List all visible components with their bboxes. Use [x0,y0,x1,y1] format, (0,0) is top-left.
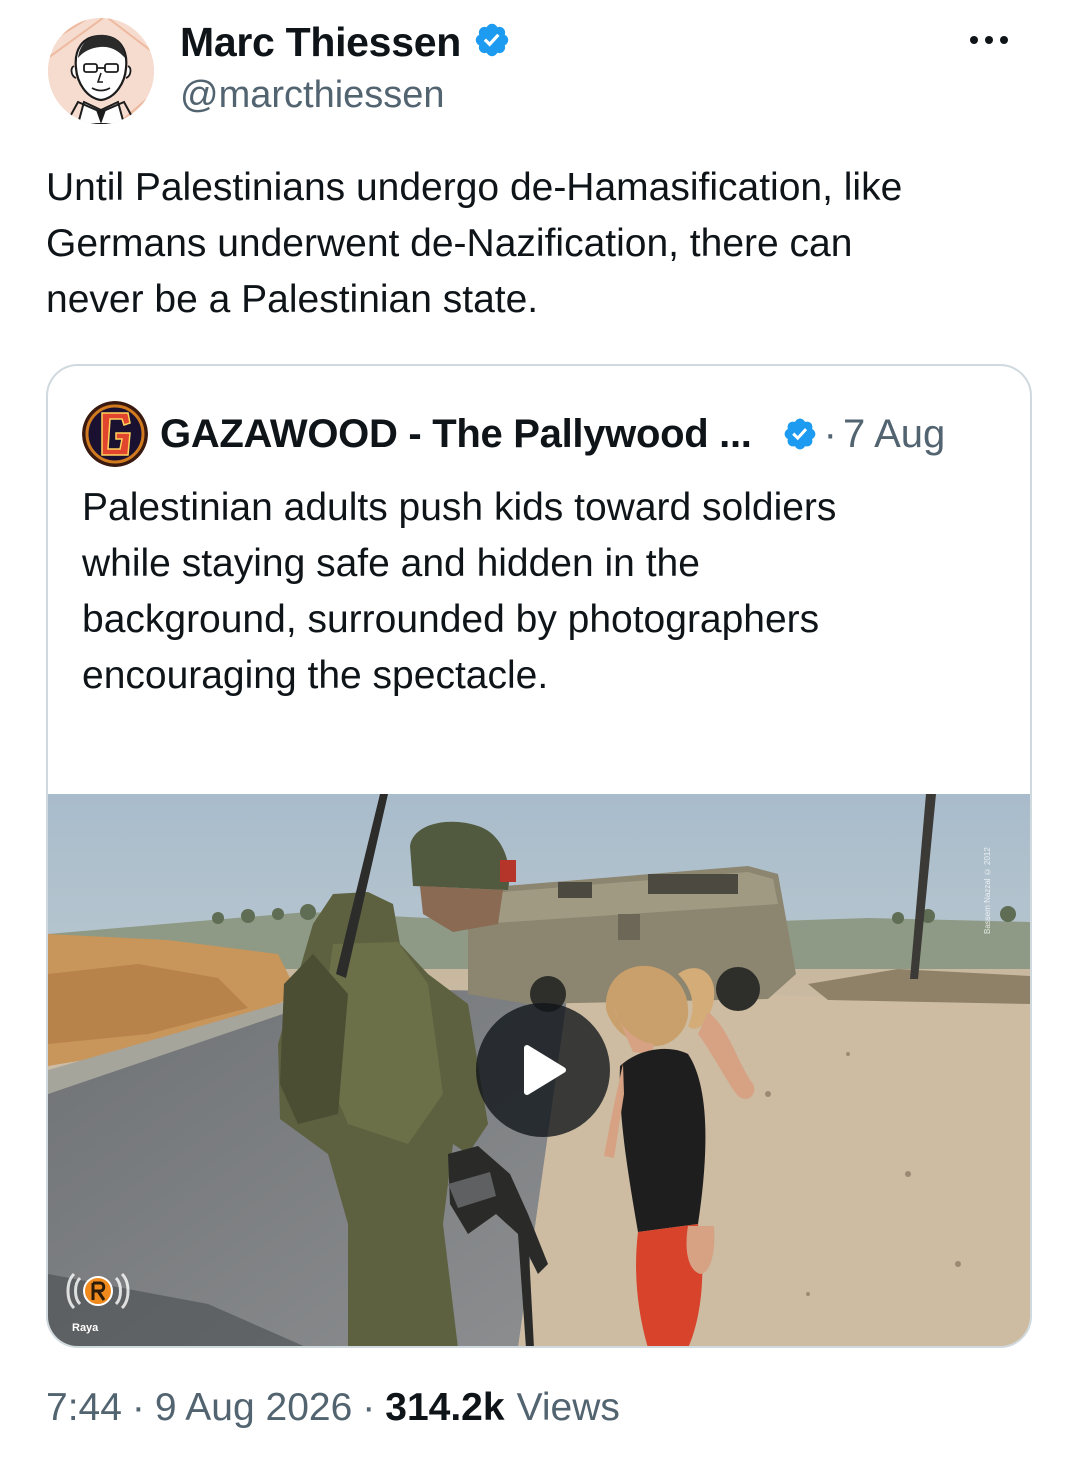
tweet-time[interactable]: 7:44 [46,1386,122,1430]
quoted-tweet-date[interactable]: 7 Aug [843,412,945,457]
play-button[interactable] [476,1003,610,1137]
verified-badge-icon [473,21,511,64]
play-icon [524,1045,566,1095]
tweet-meta: 7:44 · 9 Aug 2026 · 314.2k Views [46,1386,620,1430]
views-label: Views [516,1386,620,1429]
quoted-tweet-text: Palestinian adults push kids toward sold… [82,486,837,697]
gazawood-logo-icon [82,401,148,467]
video-thumbnail[interactable]: Bassem Nazzal © 2012 Raya [48,794,1030,1346]
views-count[interactable]: 314.2k [385,1386,504,1430]
meta-separator: · [131,1386,145,1429]
more-horizontal-icon [970,36,1008,44]
quoted-author-avatar[interactable] [82,401,148,467]
meta-separator: · [362,1386,376,1429]
verified-badge-icon [782,416,818,452]
author-name-row[interactable]: Marc Thiessen [180,16,511,68]
tweet-date[interactable]: 9 Aug 2026 [155,1386,352,1430]
quoted-tweet-header: GAZAWOOD - The Pallywood ... · 7 Aug [82,400,945,468]
author-display-name[interactable]: Marc Thiessen [180,19,461,66]
raya-watermark-label: Raya [72,1322,99,1334]
author-handle[interactable]: @marcthiessen [180,74,445,117]
author-avatar[interactable] [48,18,154,124]
quoted-author-name[interactable]: GAZAWOOD - The Pallywood ... [160,412,752,457]
more-options-button[interactable] [964,22,1014,58]
photo-credit-watermark: Bassem Nazzal © 2012 [983,847,992,934]
quoted-header-separator: · [823,411,837,456]
caricature-avatar-image [48,18,154,124]
quoted-tweet-card[interactable]: GAZAWOOD - The Pallywood ... · 7 Aug Pal… [46,364,1032,1348]
tweet-text: Until Palestinians undergo de-Hamasifica… [46,166,903,321]
